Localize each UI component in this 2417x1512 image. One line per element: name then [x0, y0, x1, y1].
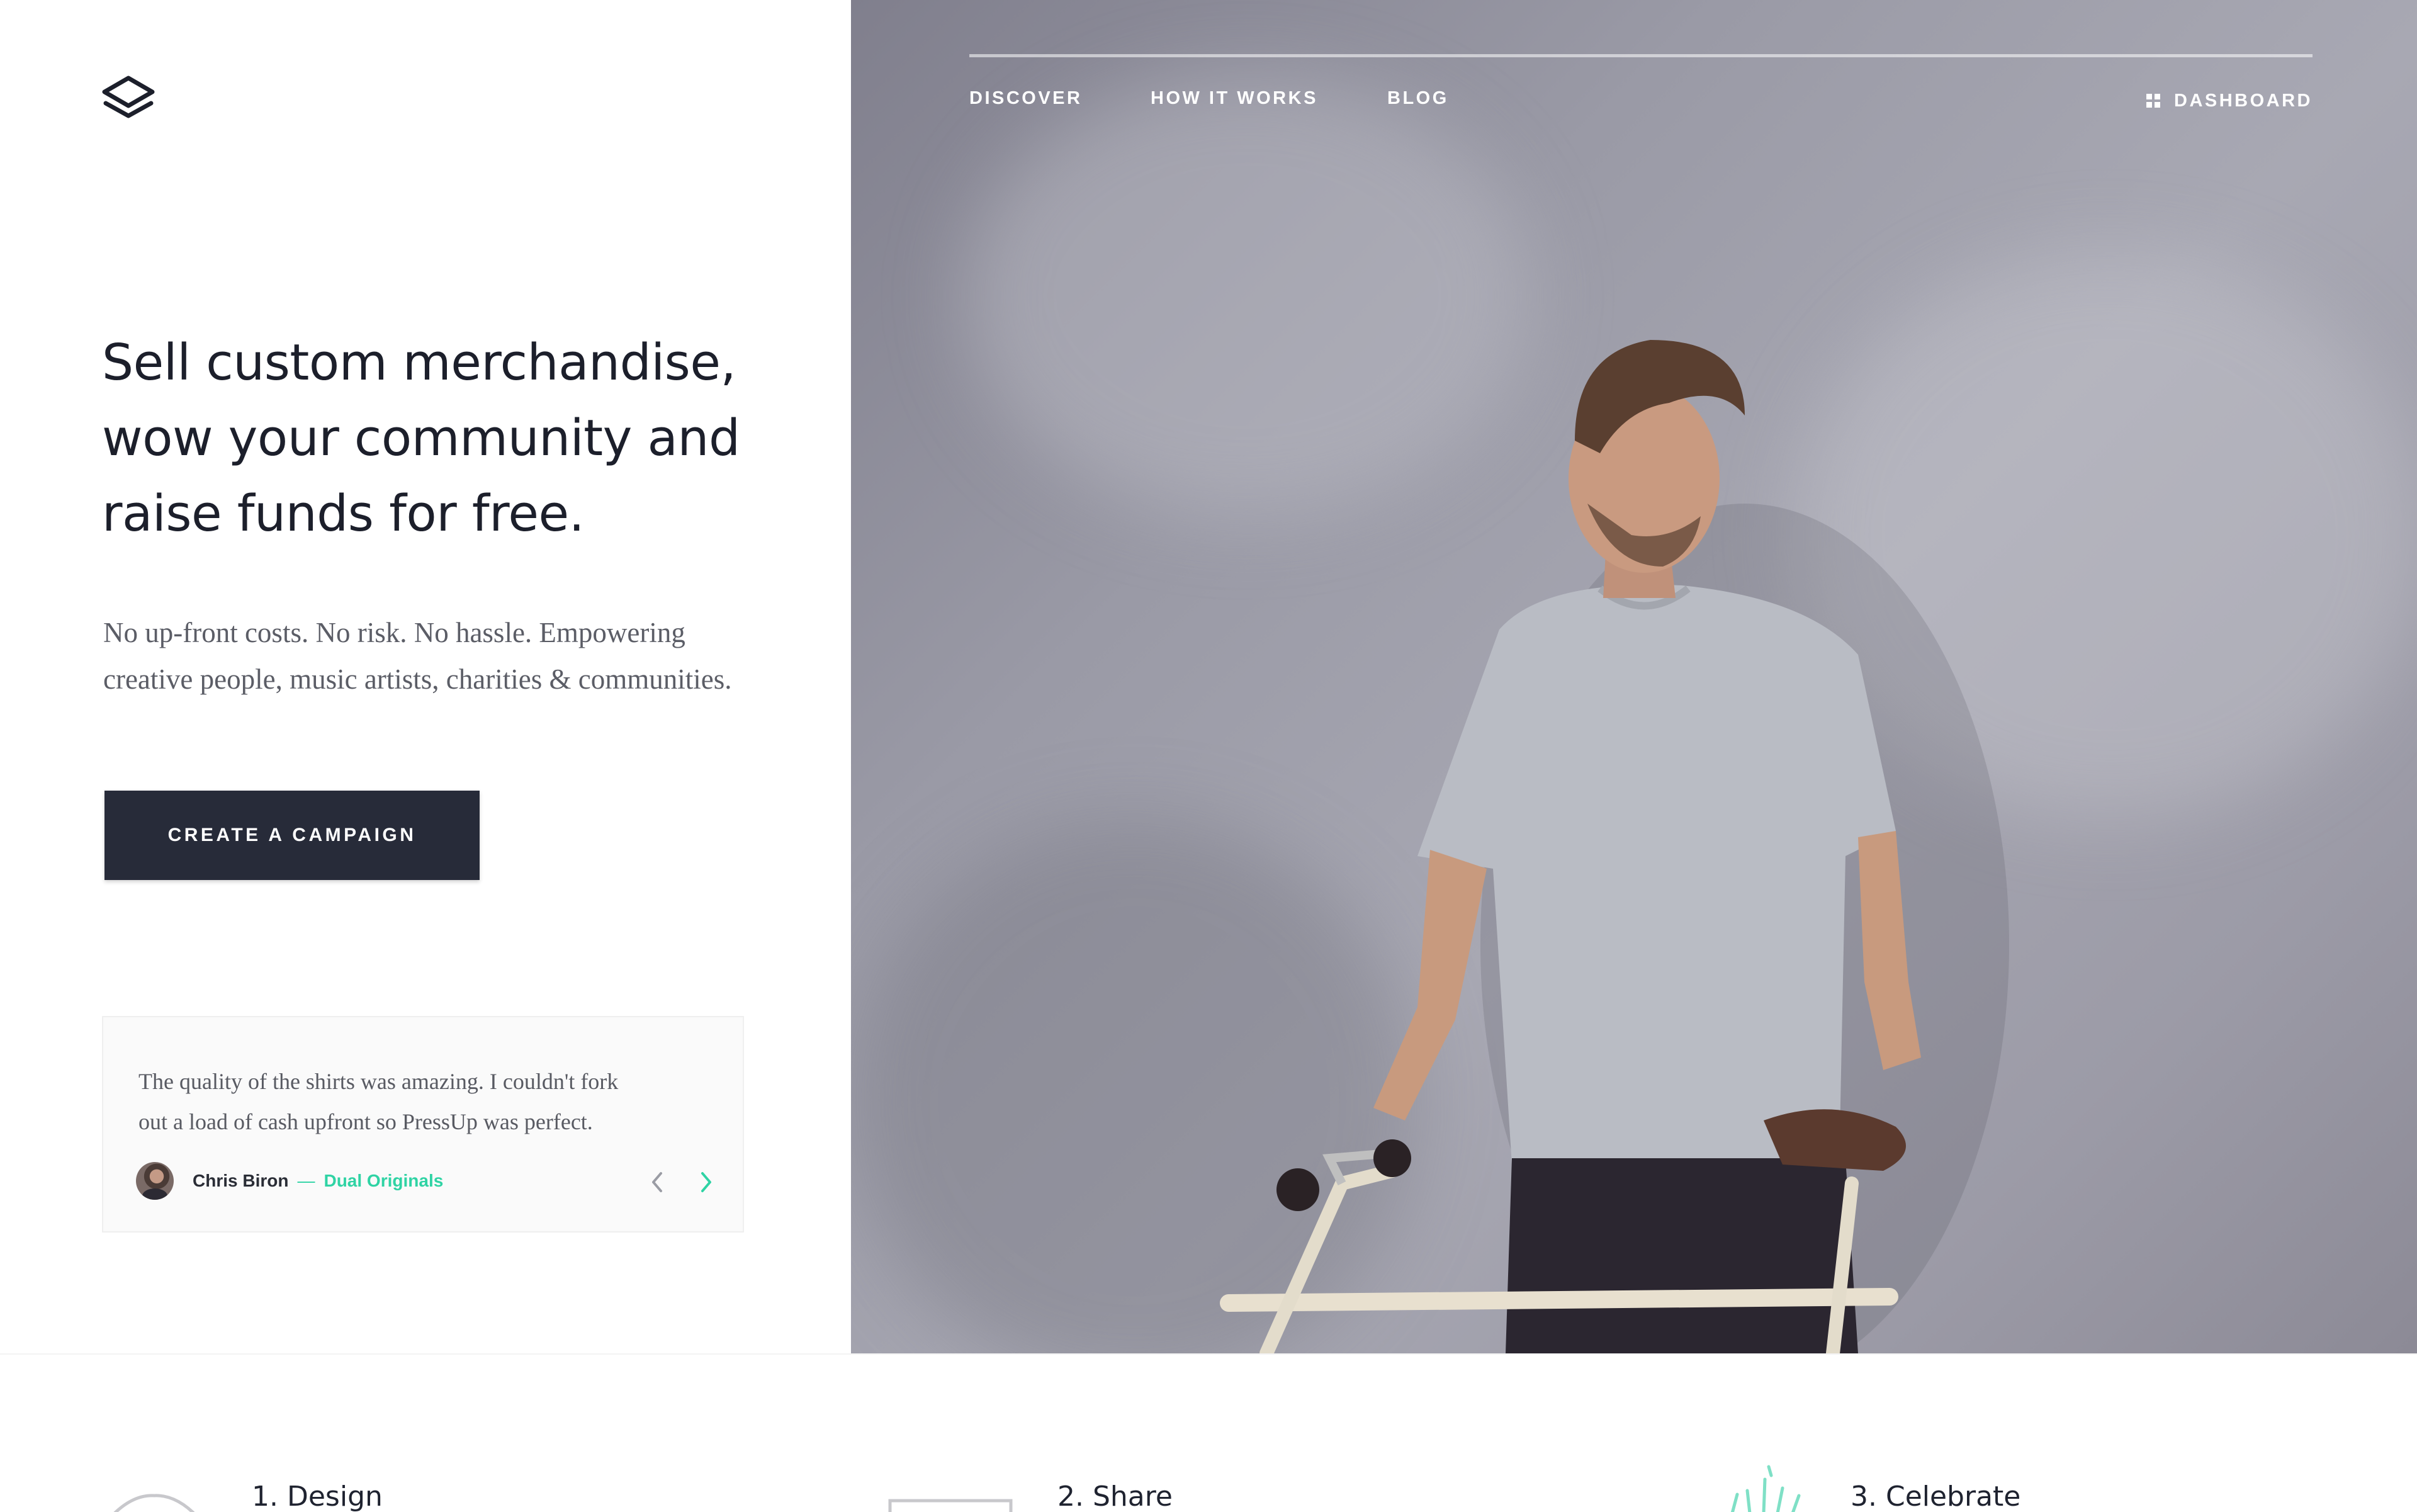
grid-icon	[2146, 94, 2160, 108]
hero-photo: DISCOVER HOW IT WORKS BLOG DASHBOARD	[851, 0, 2417, 1353]
avatar	[136, 1162, 174, 1200]
testimonial-card: The quality of the shirts was amazing. I…	[102, 1016, 744, 1233]
testimonial-quote: The quality of the shirts was amazing. I…	[138, 1061, 705, 1142]
step-share: 2. Share	[1057, 1481, 1173, 1512]
nav-dashboard[interactable]: DASHBOARD	[2146, 88, 2313, 113]
nav-how-it-works[interactable]: HOW IT WORKS	[1151, 88, 1318, 113]
step-label: 3. Celebrate	[1851, 1481, 2021, 1512]
hero-headline: Sell custom merchandise, wow your commun…	[102, 325, 820, 551]
stack-layers-icon[interactable]	[101, 74, 156, 125]
chevron-right-icon[interactable]	[692, 1165, 720, 1200]
headline-line: raise funds for free.	[102, 485, 585, 543]
step-label: 2. Share	[1057, 1481, 1173, 1512]
headline-line: Sell custom merchandise,	[102, 334, 736, 392]
confetti-icon	[1725, 1463, 1819, 1512]
step-label: 1. Design	[252, 1481, 383, 1512]
card-icon	[887, 1498, 1013, 1512]
left-panel: Sell custom merchandise, wow your commun…	[0, 0, 851, 1353]
step-design: 1. Design	[252, 1481, 383, 1512]
nav-blog[interactable]: BLOG	[1387, 88, 1449, 113]
steps-section: 1. Design 2. Share 3. Celebrate	[0, 1353, 2417, 1512]
testimonial-author: Chris Biron — Dual Originals	[136, 1161, 443, 1201]
headline-line: wow your community and	[102, 409, 740, 467]
step-celebrate: 3. Celebrate	[1851, 1481, 2020, 1512]
author-organization-link[interactable]: Dual Originals	[324, 1171, 443, 1191]
nav-divider	[969, 54, 2313, 57]
subcopy-line: creative people, music artists, charitie…	[103, 663, 732, 695]
create-campaign-button[interactable]: CREATE A CAMPAIGN	[104, 791, 480, 880]
tshirt-icon	[107, 1492, 201, 1512]
author-name: Chris Biron	[193, 1171, 289, 1190]
subcopy-line: No up-front costs. No risk. No hassle. E…	[103, 617, 685, 648]
quote-line: The quality of the shirts was amazing. I…	[138, 1069, 619, 1094]
nav-discover[interactable]: DISCOVER	[969, 88, 1082, 113]
chevron-left-icon[interactable]	[643, 1165, 671, 1200]
quote-line: out a load of cash upfront so PressUp wa…	[138, 1109, 593, 1134]
nav-dashboard-label: DASHBOARD	[2174, 90, 2313, 111]
man-with-bicycle-illustration	[1220, 340, 2009, 1353]
hero-subcopy: No up-front costs. No risk. No hassle. E…	[103, 609, 796, 702]
author-separator: —	[297, 1171, 315, 1190]
